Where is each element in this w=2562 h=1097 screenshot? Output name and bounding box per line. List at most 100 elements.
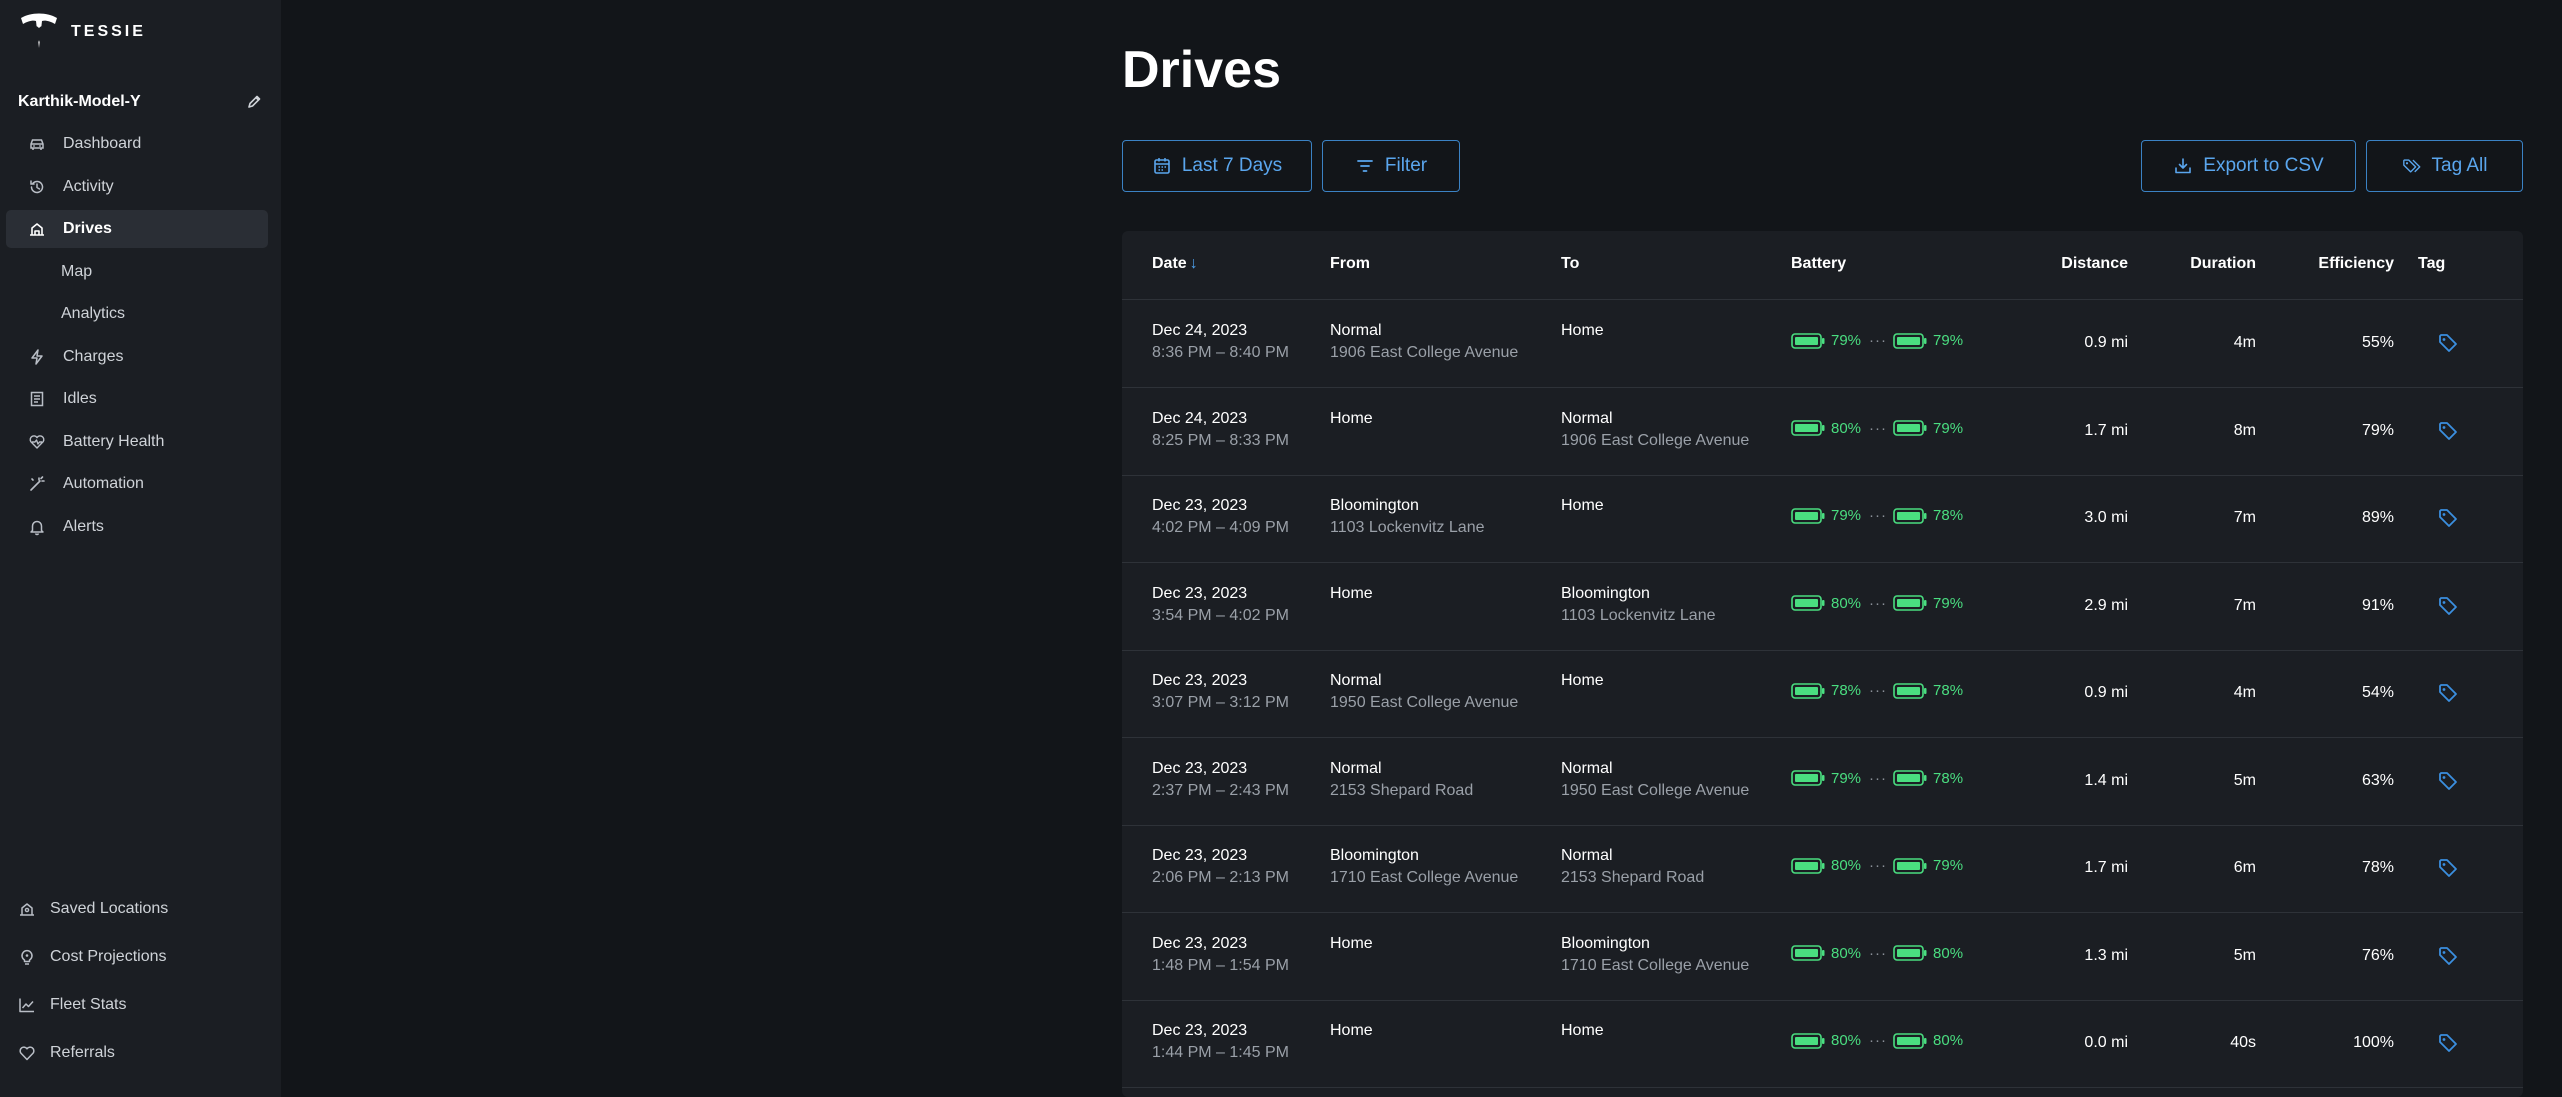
sidebar-item-idles[interactable]: Idles <box>6 380 268 418</box>
efficiency-cell: 63% <box>2361 771 2394 789</box>
tag-icon[interactable] <box>2437 1032 2459 1054</box>
bell-icon <box>30 520 44 535</box>
sidebar-item-drives[interactable]: Drives <box>6 210 268 248</box>
to-cell: Home <box>1561 495 1604 517</box>
to-name: Home <box>1561 1022 1604 1039</box>
battery-end: 79% <box>1933 332 1964 349</box>
export-csv-button[interactable]: Export to CSV <box>2141 140 2356 192</box>
tag-icon[interactable] <box>2437 945 2459 967</box>
efficiency-cell: 55% <box>2361 334 2394 351</box>
tag-icon[interactable] <box>2437 507 2459 529</box>
tag-all-button[interactable]: Tag All <box>2366 140 2523 192</box>
battery-cell: 80% ··· 80% <box>1791 1032 1963 1049</box>
tag-icon[interactable] <box>2437 682 2459 704</box>
tag-icon[interactable] <box>2437 857 2459 879</box>
sidebar-item-saved-locations[interactable]: Saved Locations <box>0 890 262 928</box>
drive-date: Dec 23, 2023 <box>1152 497 1248 514</box>
receipt-icon <box>30 391 44 407</box>
from-cell: Normal 2153 Shepard Road <box>1330 758 1473 802</box>
pencil-icon[interactable] <box>246 94 262 110</box>
from-name: Bloomington <box>1330 497 1419 514</box>
car-icon <box>30 139 44 150</box>
column-header-to: To <box>1561 255 1580 272</box>
table-row[interactable]: Dec 24, 2023 8:36 PM – 8:40 PM Normal 190… <box>1122 300 2523 388</box>
drive-time-range: 2:06 PM – 2:13 PM <box>1152 869 1289 886</box>
battery-icon <box>1893 332 1927 349</box>
battery-separator: ··· <box>1869 857 1888 874</box>
column-header-date[interactable]: Date ↓ <box>1152 253 1198 275</box>
table-row[interactable]: Dec 23, 2023 2:37 PM – 2:43 PM Normal 215… <box>1122 738 2523 826</box>
tessie-logo-icon <box>21 13 57 48</box>
table-row[interactable]: Dec 24, 2023 8:25 PM – 8:33 PM Home Norm… <box>1122 388 2523 476</box>
sidebar-item-activity[interactable]: Activity <box>6 168 268 206</box>
sidebar-item-label: Referrals <box>50 1044 115 1061</box>
from-address: 1710 East College Avenue <box>1330 869 1519 886</box>
battery-icon <box>1791 507 1825 524</box>
from-address: 2153 Shepard Road <box>1330 781 1474 799</box>
distance-cell: 0.0 mi <box>2084 1034 2128 1051</box>
history-icon <box>30 179 44 193</box>
tag-icon[interactable] <box>2437 595 2459 617</box>
battery-cell: 79% ··· 79% <box>1791 332 1963 349</box>
to-name: Home <box>1561 497 1604 514</box>
table-row[interactable]: Dec 23, 2023 1:44 PM – 1:45 PM Home Home… <box>1122 1000 2523 1088</box>
sidebar-item-automation[interactable]: Automation <box>6 465 268 503</box>
tag-icon[interactable] <box>2437 332 2459 354</box>
date-cell: Dec 23, 2023 1:44 PM – 1:45 PM <box>1152 1020 1289 1064</box>
date-cell: Dec 23, 2023 3:07 PM – 3:12 PM <box>1152 670 1289 714</box>
sidebar-item-referrals[interactable]: Referrals <box>0 1034 262 1072</box>
tag-all-label: Tag All <box>2431 155 2488 176</box>
sidebar-item-dashboard[interactable]: Dashboard <box>6 125 268 163</box>
battery-start: 79% <box>1831 507 1862 524</box>
sidebar-item-label: Dashboard <box>63 135 142 152</box>
sidebar-item-battery-health[interactable]: Battery Health <box>6 423 268 461</box>
sidebar-item-cost-projections[interactable]: Cost Projections <box>0 938 262 976</box>
sidebar-item-analytics[interactable]: Analytics <box>6 295 268 333</box>
bulb-icon <box>21 949 33 965</box>
tags-icon <box>2402 159 2420 173</box>
to-address: 1710 East College Avenue <box>1561 956 1750 974</box>
table-row[interactable]: Dec 23, 2023 1:48 PM – 1:54 PM Home Bloo… <box>1122 913 2523 1001</box>
table-row[interactable]: Dec 23, 2023 3:07 PM – 3:12 PM Normal 195… <box>1122 650 2523 738</box>
sidebar-item-label: Drives <box>63 220 112 237</box>
drive-date: Dec 23, 2023 <box>1152 672 1248 689</box>
efficiency-cell: 54% <box>2361 684 2394 701</box>
date-range-button[interactable]: Last 7 Days <box>1122 140 1312 192</box>
battery-icon <box>1791 420 1825 436</box>
to-cell: Normal 2153 Shepard Road <box>1561 845 1704 889</box>
distance-cell: 2.9 mi <box>2084 596 2128 614</box>
sidebar-item-label: Fleet Stats <box>50 996 127 1013</box>
route-icon <box>30 223 44 236</box>
battery-cell: 80% ··· 79% <box>1791 420 1963 437</box>
from-name: Home <box>1330 584 1373 602</box>
drives-table: Date ↓ From To Battery Distance Duration … <box>1122 231 2523 1097</box>
filter-button[interactable]: Filter <box>1322 140 1460 192</box>
from-address: 1906 East College Avenue <box>1330 344 1519 361</box>
sidebar-item-charges[interactable]: Charges <box>6 338 268 376</box>
efficiency-cell: 91% <box>2361 596 2394 614</box>
sidebar-item-alerts[interactable]: Alerts <box>6 508 268 546</box>
to-name: Bloomington <box>1561 584 1650 602</box>
from-name: Bloomington <box>1330 847 1419 864</box>
duration-cell: 7m <box>2233 596 2256 614</box>
from-cell: Normal 1906 East College Avenue <box>1330 320 1518 364</box>
drive-date: Dec 23, 2023 <box>1152 1022 1248 1039</box>
table-row[interactable]: Dec 23, 2023 2:06 PM – 2:13 PM Bloomingt… <box>1122 825 2523 913</box>
sidebar-item-map[interactable]: Map <box>6 253 268 291</box>
battery-separator: ··· <box>1869 944 1888 962</box>
tag-icon[interactable] <box>2437 420 2459 442</box>
to-name: Home <box>1561 322 1604 339</box>
table-row[interactable]: Dec 23, 2023 3:54 PM – 4:02 PM Home Bloo… <box>1122 563 2523 651</box>
sidebar-item-fleet-stats[interactable]: Fleet Stats <box>0 986 262 1024</box>
tessie-logo[interactable]: TESSIE <box>17 12 146 52</box>
drive-time-range: 3:54 PM – 4:02 PM <box>1152 606 1289 624</box>
table-row[interactable]: Dec 23, 2023 4:02 PM – 4:09 PM Bloomingt… <box>1122 475 2523 563</box>
from-cell: Home <box>1330 1020 1373 1042</box>
to-cell: Bloomington 1103 Lockenvitz Lane <box>1561 583 1715 627</box>
battery-cell: 80% ··· 80% <box>1791 945 1963 962</box>
wand-icon <box>30 476 45 491</box>
duration-cell: 6m <box>2233 859 2256 876</box>
sidebar-item-label: Charges <box>63 347 124 365</box>
from-name: Home <box>1330 409 1373 427</box>
tag-icon[interactable] <box>2437 770 2459 792</box>
